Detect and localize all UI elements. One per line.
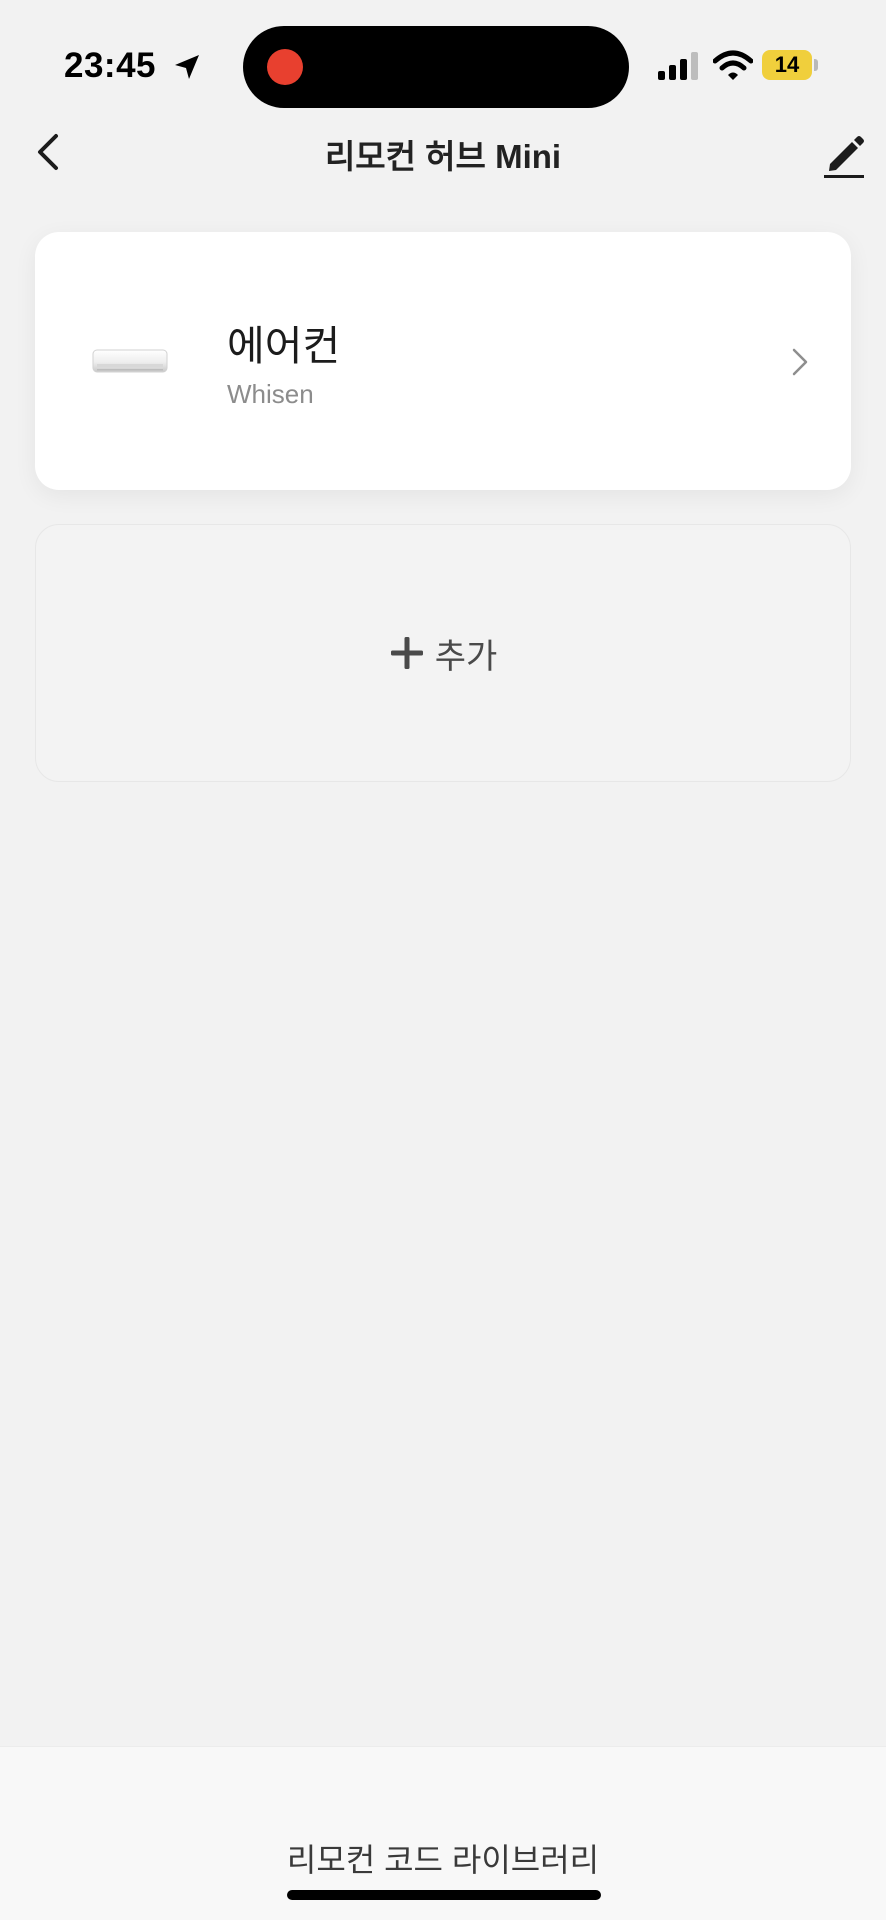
status-time: 23:45 bbox=[64, 46, 157, 85]
pencil-icon[interactable] bbox=[822, 130, 866, 180]
add-device-card[interactable]: 추가 bbox=[35, 524, 851, 782]
device-brand: Whisen bbox=[227, 379, 314, 409]
cellular-signal-icon bbox=[658, 52, 698, 80]
add-label: 추가 bbox=[434, 637, 498, 676]
device-name: 에어컨 bbox=[227, 323, 341, 369]
navigation-bar: 리모컨 허브 Mini bbox=[0, 110, 886, 190]
home-indicator[interactable] bbox=[287, 1890, 601, 1900]
dynamic-island bbox=[243, 26, 629, 108]
device-card-air-conditioner[interactable]: 에어컨 Whisen bbox=[35, 232, 851, 490]
battery-level: 14 bbox=[774, 52, 800, 77]
recording-indicator-icon bbox=[267, 49, 303, 85]
chevron-right-icon bbox=[792, 348, 808, 376]
battery-cap bbox=[814, 59, 818, 71]
add-button[interactable]: 추가 bbox=[36, 525, 850, 781]
page-title: 리모컨 허브 Mini bbox=[324, 138, 562, 175]
location-arrow-icon bbox=[175, 55, 199, 79]
battery-icon: 14 bbox=[762, 50, 812, 80]
plus-icon bbox=[390, 637, 423, 669]
remote-code-library-link[interactable]: 리모컨 코드 라이브러리 bbox=[0, 1835, 886, 1881]
wifi-icon bbox=[713, 50, 753, 80]
air-conditioner-icon bbox=[92, 349, 168, 373]
